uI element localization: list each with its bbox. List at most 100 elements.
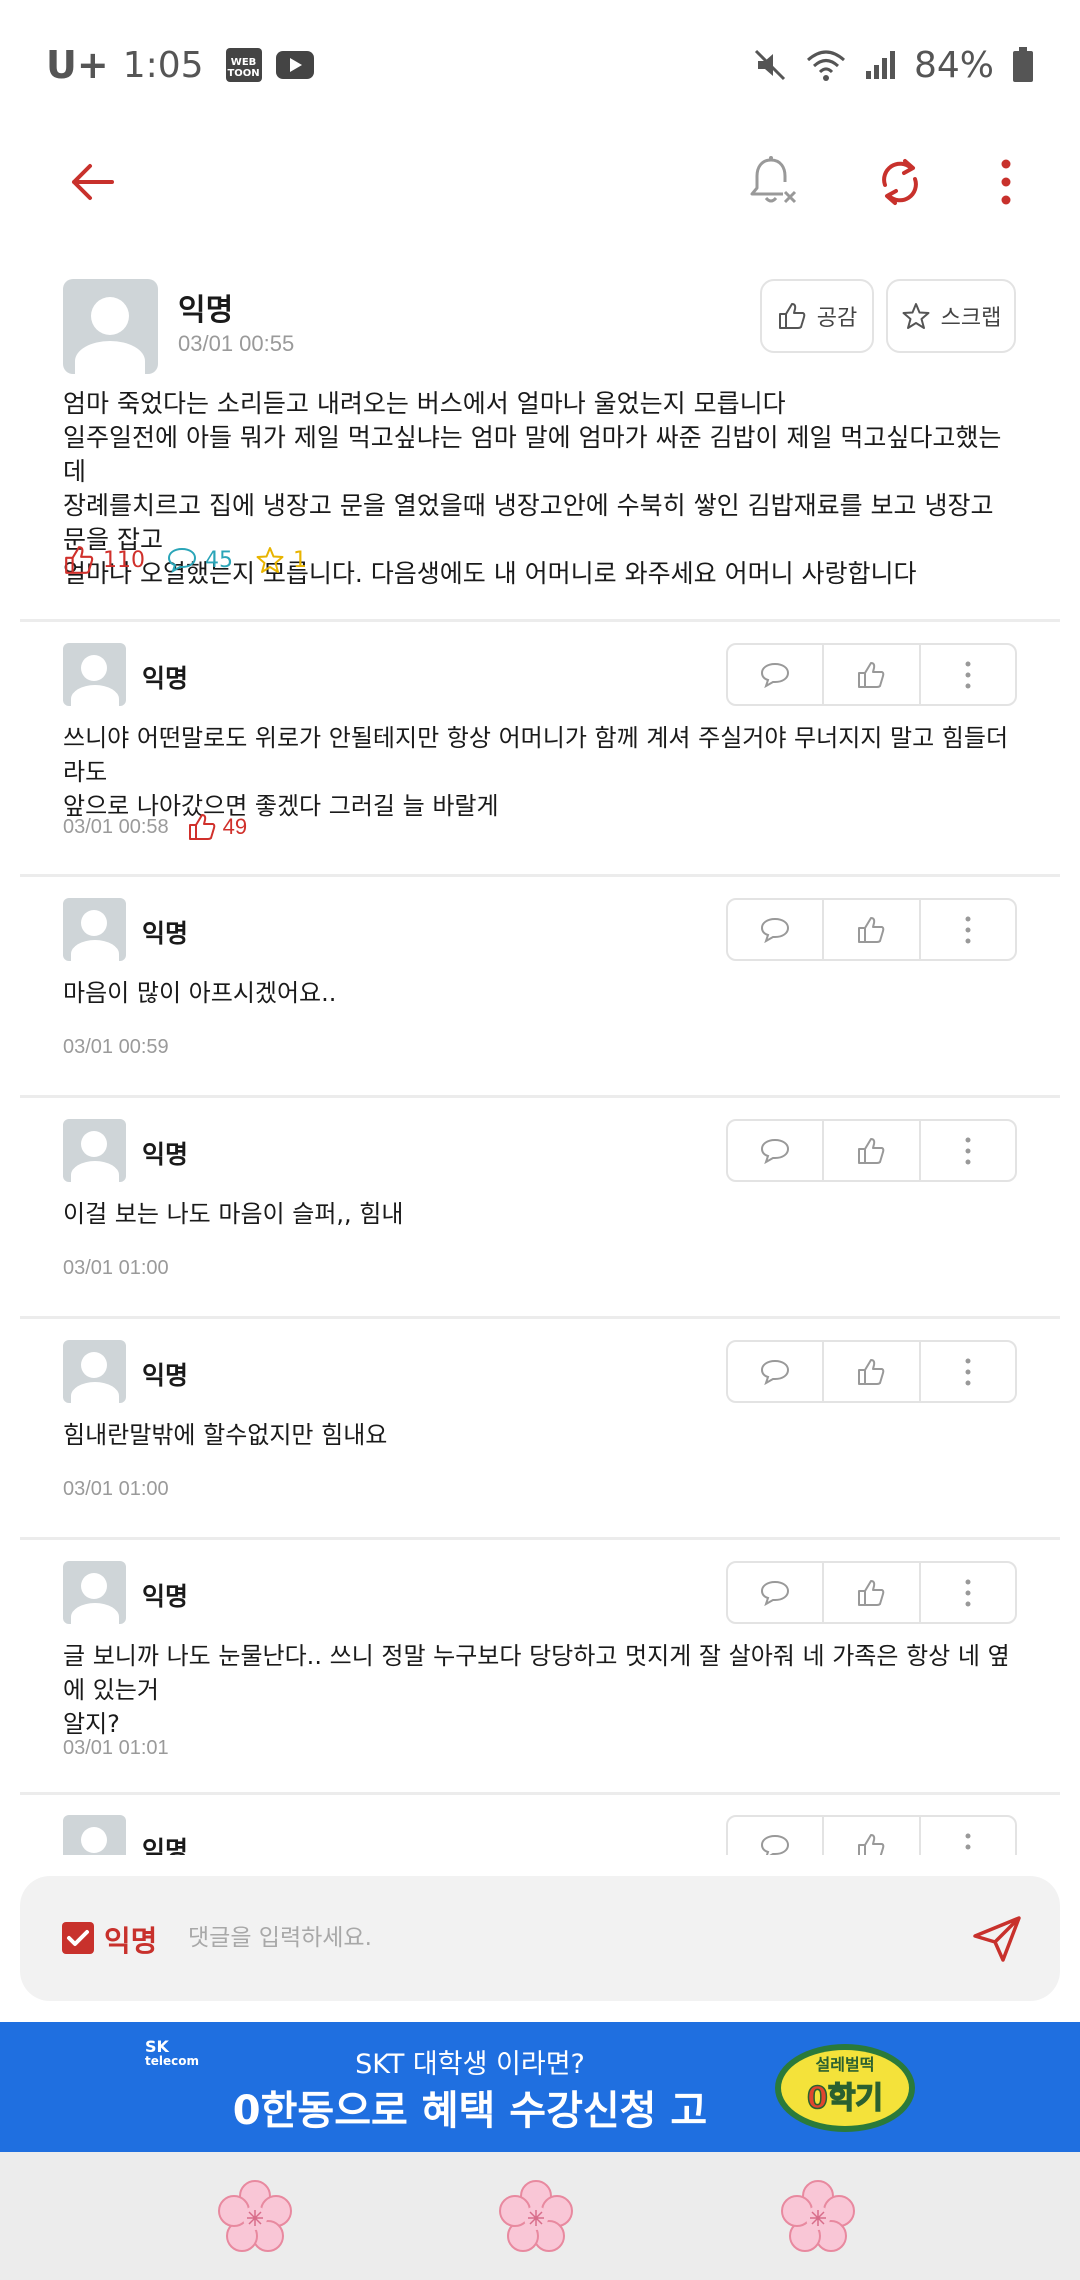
comment-body-line: 글 보니까 나도 눈물난다.. 쓰니 정말 누구보다 당당하고 멋지게 잘 살아… xyxy=(63,1642,1010,1704)
vertical-dots-icon xyxy=(965,916,971,943)
comment-more-button[interactable] xyxy=(921,1563,1015,1622)
nav-button-left[interactable] xyxy=(217,2180,293,2256)
comment-like-button[interactable] xyxy=(824,1563,921,1622)
vertical-dots-icon xyxy=(965,1137,971,1164)
comment-item: 익명 글 보니까 나도 눈물난다.. 쓰니 정말 누구보다 당당하고 멋지게 잘… xyxy=(0,1561,1080,1791)
carrier-label: U+ xyxy=(46,43,109,87)
reply-button[interactable] xyxy=(728,900,825,959)
scrap-button[interactable]: 스크랩 xyxy=(886,279,1016,353)
comment-item: 익명 쓰니야 어떤말로도 위로가 안될테지만 항상 어머니가 함께 계셔 주실거… xyxy=(0,643,1080,863)
reply-button[interactable] xyxy=(728,1817,825,1855)
comment-more-button[interactable] xyxy=(921,645,1015,704)
comment-author: 익명 xyxy=(142,1361,189,1390)
avatar xyxy=(63,1561,126,1624)
comment-body: 마음이 많이 아프시겠어요.. xyxy=(63,976,1023,1010)
comment-body: 쓰니야 어떤말로도 위로가 안될테지만 항상 어머니가 함께 계셔 주실거야 무… xyxy=(63,721,1023,823)
comment-time: 03/01 00:58 xyxy=(63,815,169,838)
ad-banner[interactable]: SK telecom SKT 대학생 이라면? 0한동으로 혜택 수강신청 고 … xyxy=(0,2022,1080,2152)
speech-bubble-icon xyxy=(761,1359,790,1385)
comment-body-line: 힘내란말밖에 할수없지만 힘내요 xyxy=(63,1421,388,1449)
reply-button[interactable] xyxy=(728,645,825,704)
webtoon-notification-icon: WEB TOON xyxy=(225,48,262,82)
scrap-count-value: 1 xyxy=(293,547,307,573)
speech-bubble-icon xyxy=(761,662,790,688)
comment-like-value: 49 xyxy=(222,814,248,839)
anonymous-label[interactable]: 익명 xyxy=(104,1918,157,1960)
nav-button-right[interactable] xyxy=(780,2180,856,2256)
bottom-nav xyxy=(0,2152,1080,2280)
comment-body-line: 이걸 보는 나도 마음이 슬퍼,, 힘내 xyxy=(63,1200,404,1228)
divider xyxy=(20,1537,1060,1540)
comment-like-button[interactable] xyxy=(824,1342,921,1401)
comment-actions xyxy=(726,1119,1017,1182)
refresh-icon xyxy=(882,159,918,205)
comment-actions xyxy=(726,1815,1017,1855)
thumbs-up-icon xyxy=(65,546,94,574)
notification-off-button[interactable] xyxy=(732,140,816,224)
speech-bubble-icon xyxy=(761,1580,790,1606)
reply-button[interactable] xyxy=(728,1342,825,1401)
comment-like-button[interactable] xyxy=(824,645,921,704)
comment-meta: 03/01 00:59 xyxy=(63,1036,169,1059)
vertical-dots-icon xyxy=(965,1358,971,1385)
back-button[interactable] xyxy=(50,140,134,224)
thumbs-up-icon xyxy=(858,1833,885,1855)
like-count: 110 xyxy=(63,545,145,575)
comment-body: 이걸 보는 나도 마음이 슬퍼,, 힘내 xyxy=(63,1197,1023,1231)
vertical-dots-icon xyxy=(965,1833,971,1849)
reply-button[interactable] xyxy=(728,1121,825,1180)
post: 익명 03/01 00:55 공감 스크랩 엄마 죽었다는 소리듣고 내려오는 … xyxy=(0,255,1080,620)
post-body-line: 엄마 죽었다는 소리듣고 내려오는 버스에서 얼마나 울었는지 모릅니다 xyxy=(63,389,786,418)
comment-like-button[interactable] xyxy=(824,900,921,959)
avatar xyxy=(63,1340,126,1403)
avatar xyxy=(63,898,126,961)
comment-more-button[interactable] xyxy=(921,1121,1015,1180)
cherry-blossom-icon xyxy=(218,2180,292,2252)
mute-icon xyxy=(752,47,788,83)
comment-input[interactable] xyxy=(188,1912,948,1964)
reply-button[interactable] xyxy=(728,1563,825,1622)
comment-meta: 03/01 01:00 xyxy=(63,1478,169,1501)
speech-bubble-icon xyxy=(761,1138,790,1164)
back-arrow-icon xyxy=(72,164,114,200)
comment-item: 익명 마음이 많이 아프시겠어요.. 03/01 00:59 xyxy=(0,898,1080,1088)
comment-input-bar: 익명 xyxy=(20,1876,1060,2001)
avatar xyxy=(63,1815,126,1855)
comment-meta: 03/01 01:00 xyxy=(63,1257,169,1280)
comment-actions xyxy=(726,1561,1017,1624)
comment-author: 익명 xyxy=(142,1140,189,1169)
scrap-count: 1 xyxy=(255,546,307,574)
nav-button-center[interactable] xyxy=(498,2180,574,2256)
comment-more-button[interactable] xyxy=(921,1817,1015,1855)
speech-bubble-icon xyxy=(167,547,197,574)
comment-actions xyxy=(726,643,1017,706)
send-button[interactable] xyxy=(960,1902,1034,1976)
comment-like-button[interactable] xyxy=(824,1817,921,1855)
status-bar: U+ 1:05 WEB TOON 84% xyxy=(0,0,1080,130)
comment-body-line: 마음이 많이 아프시겠어요.. xyxy=(63,979,337,1007)
clock: 1:05 xyxy=(122,44,204,86)
divider xyxy=(20,619,1060,622)
comment-count-value: 45 xyxy=(205,547,233,573)
scrap-label: 스크랩 xyxy=(940,306,1002,331)
thumbs-up-icon xyxy=(858,661,885,688)
divider xyxy=(20,1792,1060,1795)
checkmark-icon xyxy=(67,1930,89,1946)
cherry-blossom-icon xyxy=(781,2180,855,2252)
comment-item: 익명 xyxy=(0,1815,1080,1855)
comment-time: 03/01 00:59 xyxy=(63,1036,169,1058)
empathy-button[interactable]: 공감 xyxy=(760,279,874,353)
more-options-button[interactable] xyxy=(964,140,1048,224)
anonymous-checkbox[interactable] xyxy=(62,1922,94,1954)
speech-bubble-icon xyxy=(761,917,790,943)
comment-like-button[interactable] xyxy=(824,1121,921,1180)
comment-meta: 03/01 00:58 49 xyxy=(63,813,247,841)
refresh-button[interactable] xyxy=(858,140,942,224)
comment-author: 익명 xyxy=(142,919,189,948)
comment-item: 익명 이걸 보는 나도 마음이 슬퍼,, 힘내 03/01 01:00 xyxy=(0,1119,1080,1309)
comment-more-button[interactable] xyxy=(921,1342,1015,1401)
comment-more-button[interactable] xyxy=(921,900,1015,959)
comment-time: 03/01 01:00 xyxy=(63,1257,169,1279)
wifi-icon xyxy=(806,48,846,82)
star-icon xyxy=(902,303,930,329)
